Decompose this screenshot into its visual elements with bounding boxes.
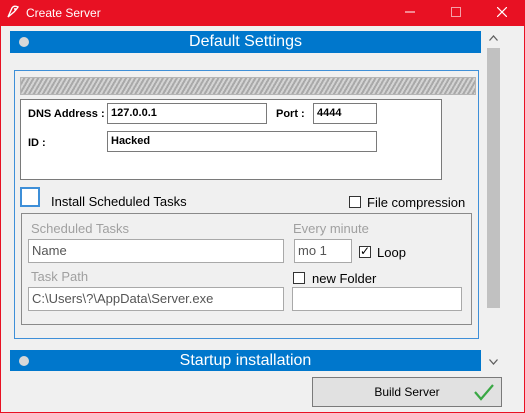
connection-panel: DNS Address : 127.0.0.1 Port : 4444 ID :… <box>20 99 442 180</box>
settings-scroll-area[interactable]: Default Settings DNS Address : 127.0.0.1… <box>0 26 485 371</box>
every-minute-label: Every minute <box>293 221 369 236</box>
id-input[interactable]: Hacked <box>107 131 377 152</box>
task-path-input[interactable]: C:\Users\?\AppData\Server.exe <box>28 287 284 311</box>
id-label: ID : <box>28 137 46 149</box>
task-path-label: Task Path <box>31 269 89 284</box>
file-compression-label: File compression <box>367 195 466 210</box>
file-compression-checkbox[interactable] <box>349 196 361 208</box>
loop-checkbox[interactable] <box>359 244 371 258</box>
loop-label: Loop <box>377 245 406 260</box>
default-settings-header[interactable]: Default Settings <box>10 31 481 53</box>
scrollbar-thumb[interactable] <box>487 48 500 308</box>
build-server-button[interactable]: Build Server <box>312 377 502 407</box>
new-folder-input[interactable] <box>292 287 462 311</box>
scroll-down-arrow-icon[interactable] <box>485 353 502 370</box>
collapse-dot-icon <box>19 356 29 366</box>
every-minute-input[interactable]: mo 1 <box>294 239 352 263</box>
section-title: Default Settings <box>189 33 302 50</box>
scheduled-tasks-label: Scheduled Tasks <box>31 221 130 236</box>
collapse-dot-icon <box>19 37 29 47</box>
port-input[interactable]: 4444 <box>313 103 377 124</box>
minimize-icon <box>405 6 415 20</box>
checkmark-icon <box>473 382 495 405</box>
dns-address-input[interactable]: 127.0.0.1 <box>107 103 267 124</box>
minimize-button[interactable] <box>387 0 433 26</box>
new-folder-checkbox[interactable] <box>293 272 305 284</box>
new-folder-label: new Folder <box>312 271 377 286</box>
close-button[interactable] <box>479 0 525 26</box>
section-title: Startup installation <box>179 352 312 369</box>
close-icon <box>496 6 508 20</box>
startup-installation-header[interactable]: Startup installation <box>10 350 481 371</box>
maximize-icon <box>451 6 461 20</box>
vertical-scrollbar[interactable] <box>485 26 502 371</box>
window-title: Create Server <box>26 6 101 20</box>
scroll-up-arrow-icon[interactable] <box>485 29 502 46</box>
scheduled-tasks-panel: Scheduled Tasks Name Every minute mo 1 L… <box>21 213 472 325</box>
maximize-button[interactable] <box>433 0 479 26</box>
install-scheduled-tasks-label: Install Scheduled Tasks <box>51 194 187 209</box>
install-scheduled-tasks-checkbox[interactable] <box>20 187 40 207</box>
port-label: Port : <box>276 108 305 120</box>
title-bar[interactable]: Create Server <box>0 0 525 26</box>
default-settings-panel: DNS Address : 127.0.0.1 Port : 4444 ID :… <box>14 70 479 339</box>
app-logo-icon <box>6 5 20 19</box>
hatched-divider <box>20 77 476 95</box>
build-server-label: Build Server <box>374 385 440 399</box>
dns-address-label: DNS Address : <box>28 108 105 120</box>
task-name-input[interactable]: Name <box>28 239 284 263</box>
